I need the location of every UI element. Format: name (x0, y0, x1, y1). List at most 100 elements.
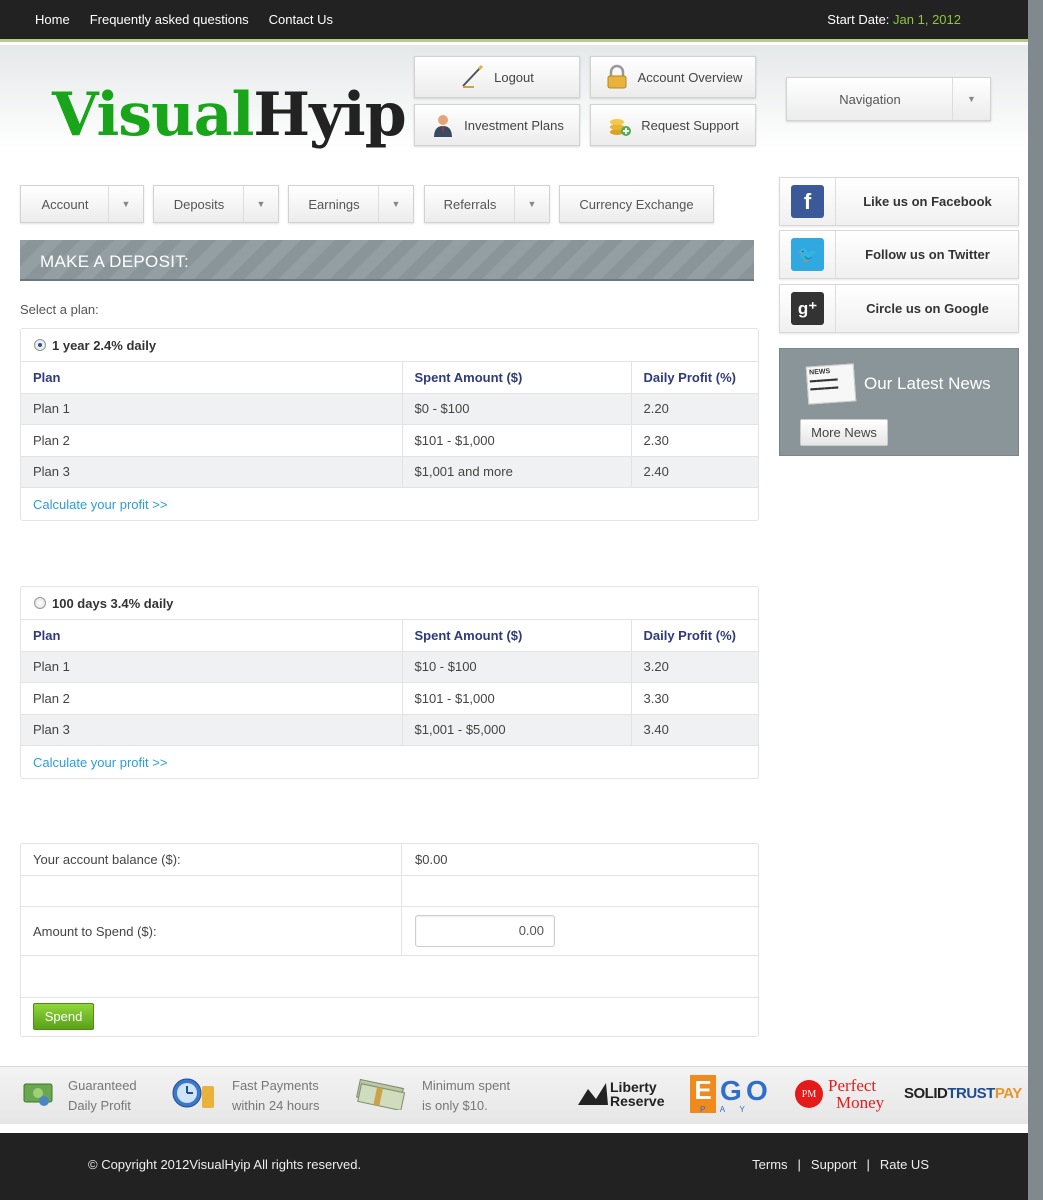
nav-contact-link[interactable]: Contact Us (269, 12, 333, 27)
menu-deposits-label: Deposits (173, 197, 225, 212)
account-overview-button[interactable]: Account Overview (590, 56, 756, 98)
menu-currency-exchange-label: Currency Exchange (579, 197, 694, 212)
daily-profit-cell: 2.30 (631, 424, 758, 457)
google-label: Circle us on Google (866, 301, 989, 316)
money-text: Money (836, 1093, 885, 1112)
perfect-money-logo: PM Perfect Money (795, 1077, 884, 1111)
column-header-spent: Spent Amount ($) (402, 620, 632, 652)
feature-line: Fast Payments (232, 1078, 319, 1093)
plan-name-cell: Plan 3 (21, 714, 403, 746)
chevron-down-icon[interactable]: ▼ (108, 186, 143, 222)
amount-label: Amount to Spend ($): (21, 907, 402, 955)
money-icon (22, 1076, 56, 1116)
calculate-profit-link[interactable]: Calculate your profit >> (21, 488, 758, 520)
chevron-down-icon[interactable]: ▼ (378, 186, 413, 222)
businessman-icon (430, 112, 456, 138)
balance-label: Your account balance ($): (21, 844, 402, 875)
menu-referrals[interactable]: Referrals ▼ (424, 185, 550, 223)
amount-input[interactable]: 0.00 (415, 915, 555, 947)
liberty-text: Liberty (610, 1079, 657, 1095)
select-plan-label: Select a plan: (20, 302, 99, 317)
support-link[interactable]: Support (811, 1157, 857, 1172)
stp-solid: SOLID (904, 1085, 948, 1102)
page-title: MAKE A DEPOSIT: (20, 240, 754, 281)
facebook-icon: f (791, 185, 824, 218)
feature-line: Guaranteed (68, 1078, 137, 1093)
page-side-rail (1028, 0, 1043, 1200)
solid-trust-pay-logo: SOLID TRUST PAY (904, 1085, 1022, 1102)
reserve-text: Reserve (610, 1093, 665, 1109)
nav-faq-link[interactable]: Frequently asked questions (90, 12, 249, 27)
rate-us-link[interactable]: Rate US (880, 1157, 929, 1172)
menu-currency-exchange[interactable]: Currency Exchange (559, 185, 714, 223)
plan-radio[interactable] (34, 597, 46, 609)
chevron-down-icon[interactable]: ▼ (952, 78, 990, 120)
plan-name-cell: Plan 1 (21, 393, 403, 425)
menu-referrals-label: Referrals (443, 197, 497, 212)
account-overview-label: Account Overview (637, 69, 743, 85)
twitter-icon: 🐦 (791, 238, 824, 271)
menu-earnings[interactable]: Earnings ▼ (288, 185, 414, 223)
news-title: Our Latest News (864, 374, 991, 393)
terms-link[interactable]: Terms (752, 1157, 787, 1172)
facebook-label: Like us on Facebook (863, 194, 992, 209)
google-plus-button[interactable]: g⁺ Circle us on Google (779, 284, 1019, 333)
plan-title: 100 days 3.4% daily (52, 595, 174, 611)
spend-button[interactable]: Spend (33, 1003, 94, 1030)
calculate-profit-link[interactable]: Calculate your profit >> (21, 746, 758, 778)
chevron-down-icon[interactable]: ▼ (243, 186, 278, 222)
investment-plans-button[interactable]: Investment Plans (414, 104, 580, 146)
egopay-logo: E G O PAY (690, 1075, 770, 1115)
column-header-plan: Plan (21, 362, 403, 394)
table-row: Plan 2 $101 - $1,000 3.30 (21, 682, 758, 715)
latest-news-panel: NEWS ▬▬▬▬ ▬▬▬▬ Our Latest News More News (779, 348, 1019, 456)
feature-minimum-spent: Minimum spent is only $10. (352, 1076, 510, 1116)
logo-part-hyip: Hyip (253, 80, 406, 150)
daily-profit-cell: 3.40 (631, 714, 758, 746)
spent-amount-cell: $101 - $1,000 (402, 682, 632, 715)
facebook-button[interactable]: f Like us on Facebook (779, 177, 1019, 226)
spacer-row (21, 956, 758, 998)
site-logo[interactable]: VisualHyip (52, 80, 407, 150)
daily-profit-cell: 2.40 (631, 456, 758, 488)
request-support-button[interactable]: Request Support (590, 104, 756, 146)
google-plus-icon: g⁺ (791, 292, 824, 325)
lock-icon (604, 64, 630, 90)
start-date-value: Jan 1, 2012 (893, 12, 961, 27)
stp-trust: TRUST (947, 1085, 995, 1102)
nav-home-link[interactable]: Home (35, 12, 70, 27)
spent-amount-cell: $10 - $100 (402, 651, 632, 683)
spent-amount-cell: $101 - $1,000 (402, 424, 632, 457)
spent-amount-cell: $0 - $100 (402, 393, 632, 425)
start-date-label: Start Date: (827, 12, 890, 27)
clock-icon (170, 1076, 220, 1116)
plan-box: 100 days 3.4% daily Plan Spent Amount ($… (20, 586, 759, 779)
navigation-dropdown[interactable]: Navigation ▼ (786, 77, 991, 121)
column-header-profit: Daily Profit (%) (631, 362, 758, 394)
plan-header: 1 year 2.4% daily (21, 329, 758, 362)
liberty-reserve-icon (578, 1083, 608, 1105)
table-row: Plan 1 $0 - $100 2.20 (21, 393, 758, 425)
balance-row: Your account balance ($): $0.00 (21, 844, 758, 876)
spent-amount-cell: $1,001 - $5,000 (402, 714, 632, 746)
feature-line: Daily Profit (68, 1098, 131, 1113)
menu-account[interactable]: Account ▼ (20, 185, 144, 223)
logout-button[interactable]: Logout (414, 56, 580, 98)
plan-table: Plan Spent Amount ($) Daily Profit (%) P… (21, 620, 758, 746)
features-strip: Guaranteed Daily Profit Fast Payments with… (0, 1066, 1028, 1124)
stp-pay: PAY (994, 1085, 1022, 1102)
plan-name-cell: Plan 1 (21, 651, 403, 683)
plan-name-cell: Plan 3 (21, 456, 403, 488)
chevron-down-icon[interactable]: ▼ (514, 186, 549, 222)
top-nav: Home Frequently asked questions Contact … (35, 12, 333, 27)
twitter-button[interactable]: 🐦 Follow us on Twitter (779, 230, 1019, 279)
daily-profit-cell: 3.30 (631, 682, 758, 715)
more-news-button[interactable]: More News (800, 419, 888, 446)
feature-line: within 24 hours (232, 1098, 320, 1113)
investment-plans-label: Investment Plans (464, 117, 564, 133)
spent-amount-cell: $1,001 and more (402, 456, 632, 488)
egopay-o: O (746, 1075, 768, 1106)
table-row: Plan 1 $10 - $100 3.20 (21, 651, 758, 683)
plan-radio[interactable] (34, 339, 46, 351)
menu-deposits[interactable]: Deposits ▼ (153, 185, 279, 223)
